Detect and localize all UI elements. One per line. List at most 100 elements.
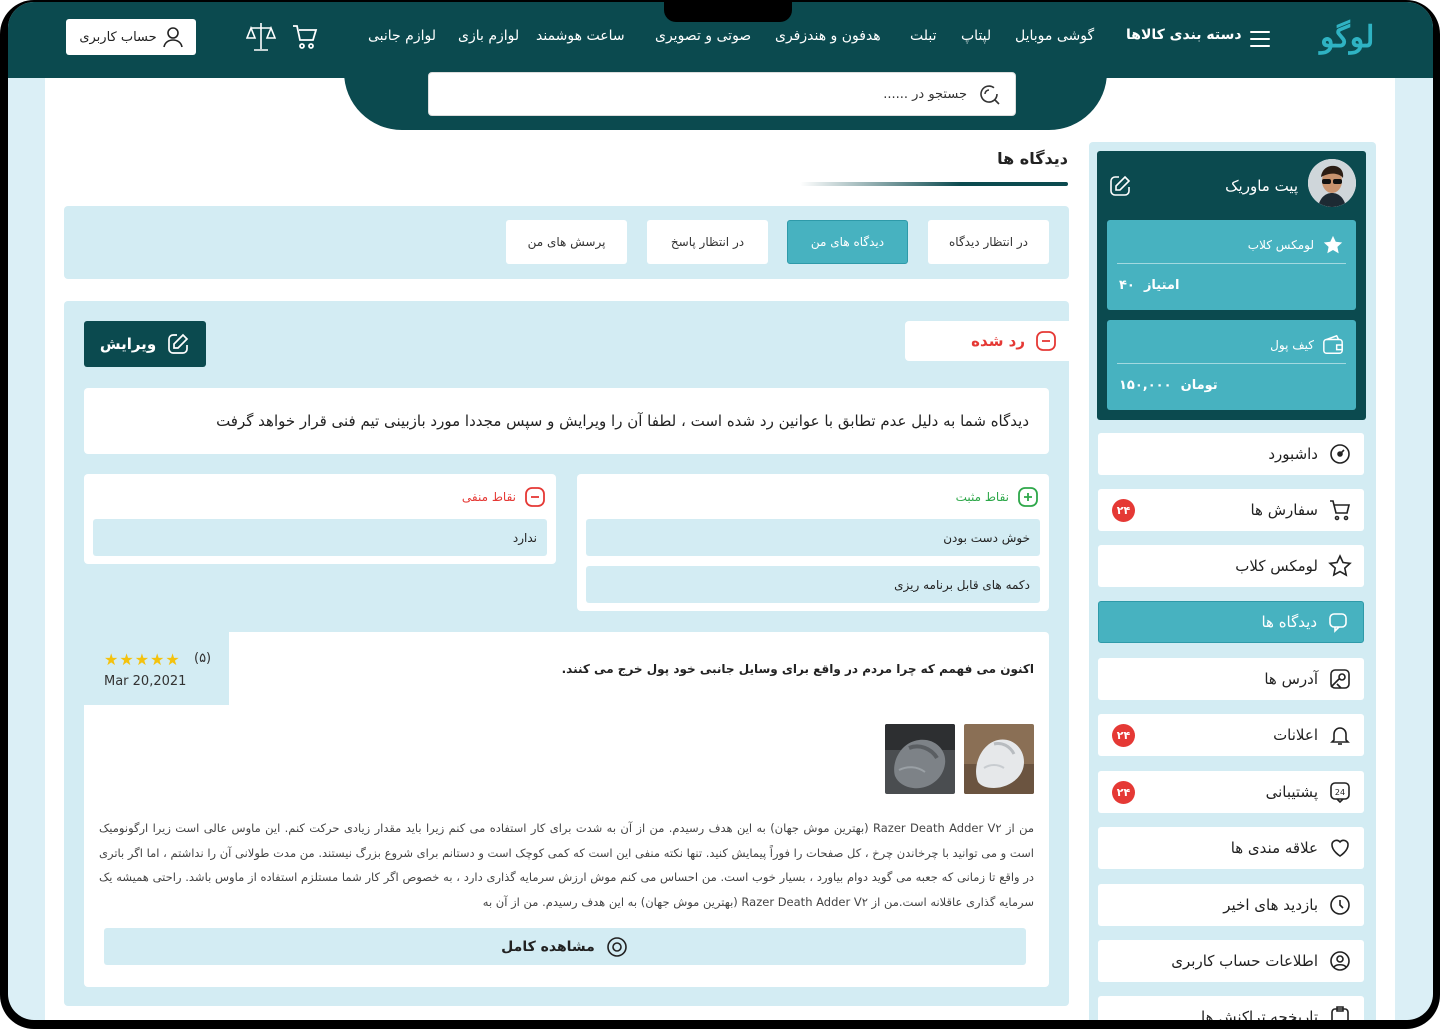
screen: لوگو دسته بندی کالاها گوشی موبایل لپتاپ … xyxy=(8,2,1433,1020)
star-badge-icon xyxy=(1323,235,1343,254)
wallet-unit: تومان xyxy=(1180,378,1218,393)
sidebar-item-reviews[interactable]: دیدگاه ها xyxy=(1098,601,1364,643)
positive-item: دکمه های قابل برنامه ریزی xyxy=(586,566,1040,603)
edit-label: ویرایش xyxy=(99,335,157,353)
map-icon xyxy=(1330,669,1350,689)
sidebar-item-favorites[interactable]: علاقه مندی ها xyxy=(1098,827,1364,869)
points-label: امتیاز xyxy=(1143,278,1180,293)
sidebar-item-label: علاقه مندی ها xyxy=(1230,839,1318,857)
status-label: رد شده xyxy=(971,332,1025,350)
minus-circle-icon xyxy=(525,487,545,507)
category-menu-button[interactable]: دسته بندی کالاها xyxy=(1126,27,1242,43)
search-placeholder: جستجو در ...... xyxy=(883,86,967,102)
user-icon xyxy=(162,27,183,48)
sidebar-item-label: لومکس کلاب xyxy=(1235,557,1318,575)
avatar[interactable] xyxy=(1308,159,1356,207)
tab-awaiting-review[interactable]: در انتظار دیدگاه xyxy=(928,220,1049,264)
sidebar-item-label: اطلاعات حساب کاربری xyxy=(1171,952,1318,970)
cart-icon xyxy=(1330,500,1351,521)
minus-circle-icon xyxy=(1036,331,1056,351)
tab-my-questions[interactable]: پرسش های من xyxy=(506,220,627,264)
club-points: امتیاز ۴۰ xyxy=(1119,278,1179,293)
positives-title: نقاط مثبت xyxy=(955,490,1009,504)
title-underline xyxy=(800,182,1068,186)
account-label: حساب کاربری xyxy=(79,29,157,45)
edit-button[interactable]: ویرایش xyxy=(84,321,206,367)
sidebar-item-account-info[interactable]: اطلاعات حساب کاربری xyxy=(1098,940,1364,982)
page-title: دیدگاه ها xyxy=(997,149,1068,168)
eye-icon xyxy=(607,936,627,957)
club-label: لومکس کلاب xyxy=(1247,238,1314,252)
points-value: ۴۰ xyxy=(1119,278,1135,293)
comment-icon xyxy=(1329,613,1347,633)
review-text: من از Razer Death Adder V۲ (بهترین موش ج… xyxy=(99,821,1034,909)
nav-item-tablet[interactable]: تبلت xyxy=(910,28,937,44)
wallet-icon xyxy=(1323,334,1343,354)
sidebar-item-club[interactable]: لومکس کلاب xyxy=(1098,545,1364,587)
bell-icon xyxy=(1330,727,1350,745)
nav-item-accessories[interactable]: لوازم جانبی xyxy=(368,28,436,44)
clock-icon xyxy=(1330,895,1350,915)
account-button[interactable]: حساب کاربری xyxy=(66,19,196,55)
heart-icon xyxy=(1331,839,1349,857)
sidebar-item-recent-views[interactable]: بازدید های اخیر xyxy=(1098,884,1364,926)
sidebar-item-notifications[interactable]: اعلانات ۲۴ xyxy=(1098,714,1364,756)
divider xyxy=(1117,363,1346,364)
search-icon xyxy=(980,85,1000,105)
rating-stars: ★★★★★ xyxy=(104,650,181,669)
nav-item-gaming[interactable]: لوازم بازی xyxy=(458,28,519,44)
sidebar-item-label: اعلانات xyxy=(1273,726,1318,744)
sidebar-item-label: آدرس ها xyxy=(1264,670,1318,688)
nav-item-smartwatch[interactable]: ساعت هوشمند xyxy=(536,28,625,44)
rating-value: (۵) xyxy=(194,651,212,666)
notifications-count-badge: ۲۴ xyxy=(1112,724,1135,747)
status-badge: رد شده xyxy=(905,321,1069,361)
profile-name: پیت ماوریک xyxy=(1225,177,1298,195)
wallet-card[interactable]: کیف پول تومان ۱۵۰,۰۰۰ xyxy=(1107,320,1356,410)
sidebar-item-support[interactable]: 24 پشتیبانی ۲۴ xyxy=(1098,771,1364,813)
star-icon xyxy=(1328,554,1352,577)
sidebar-item-transactions[interactable]: تاریخچه تراکنش ها xyxy=(1098,996,1364,1020)
support-24-icon: 24 xyxy=(1330,782,1350,804)
club-card[interactable]: لومکس کلاب امتیاز ۴۰ xyxy=(1107,220,1356,310)
camera-notch xyxy=(664,2,792,22)
view-full-button[interactable]: مشاهده کامل xyxy=(104,928,1026,965)
sidebar-item-label: دیدگاه ها xyxy=(1261,613,1317,631)
product-thumbnail-black-mouse[interactable] xyxy=(885,724,955,794)
edit-profile-icon[interactable] xyxy=(1108,174,1132,202)
device-frame: لوگو دسته بندی کالاها گوشی موبایل لپتاپ … xyxy=(0,0,1440,1029)
dashboard-icon xyxy=(1330,444,1350,464)
tab-my-reviews[interactable]: دیدگاه های من xyxy=(787,220,908,264)
sidebar-item-addresses[interactable]: آدرس ها xyxy=(1098,658,1364,700)
sidebar-item-label: پشتیبانی xyxy=(1265,783,1318,801)
rating-box: ★★★★★ (۵) Mar 20,2021 xyxy=(84,632,229,705)
sidebar-item-dashboard[interactable]: داشبورد xyxy=(1098,433,1364,475)
svg-text:24: 24 xyxy=(1335,788,1345,797)
positives-card: نقاط مثبت خوش دست بودن دکمه های قابل برن… xyxy=(577,474,1049,611)
negative-item: ندارد xyxy=(93,519,547,556)
sidebar-item-orders[interactable]: سفارش ها ۲۴ xyxy=(1098,489,1364,531)
review-date: Mar 20,2021 xyxy=(104,674,187,689)
search-bar[interactable]: جستجو در ...... xyxy=(428,72,1016,116)
tab-awaiting-answer[interactable]: در انتظار پاسخ xyxy=(647,220,768,264)
sidebar-item-label: تاریخچه تراکنش ها xyxy=(1201,1008,1318,1020)
compare-scale-icon[interactable] xyxy=(245,20,277,58)
nav-item-audio-video[interactable]: صوتی و تصویری xyxy=(655,28,751,44)
plus-circle-icon xyxy=(1018,487,1038,507)
divider xyxy=(1117,263,1346,264)
review-title: اکنون می فهمم که چرا مردم در واقع برای و… xyxy=(561,662,1034,676)
site-logo[interactable]: لوگو xyxy=(1320,20,1374,55)
positive-item: خوش دست بودن xyxy=(586,519,1040,556)
nav-item-mobile[interactable]: گوشی موبایل xyxy=(1015,28,1094,44)
clipboard-icon xyxy=(1331,1006,1349,1020)
hamburger-icon[interactable] xyxy=(1250,31,1270,47)
product-thumbnail-white-mouse[interactable] xyxy=(964,724,1034,794)
cart-icon[interactable] xyxy=(291,22,319,56)
sidebar-item-label: داشبورد xyxy=(1268,445,1318,463)
user-circle-icon xyxy=(1330,951,1350,971)
nav-item-headphones[interactable]: هدفون و هندزفری xyxy=(775,28,881,44)
sidebar-item-label: سفارش ها xyxy=(1250,501,1318,519)
nav-item-laptop[interactable]: لپتاپ xyxy=(961,28,991,44)
orders-count-badge: ۲۴ xyxy=(1112,499,1135,522)
edit-icon xyxy=(168,333,189,354)
